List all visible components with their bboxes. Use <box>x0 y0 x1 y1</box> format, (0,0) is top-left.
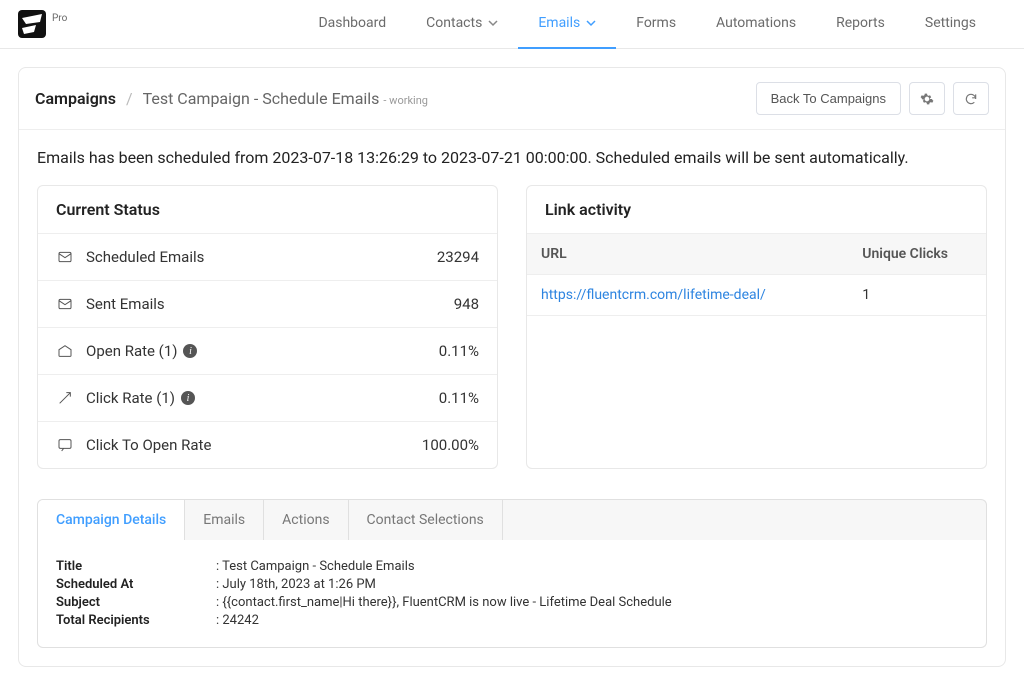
cursor-icon <box>56 389 74 407</box>
detail-total-recipients: Total Recipients : 24242 <box>56 613 968 628</box>
detail-value: : Test Campaign - Schedule Emails <box>216 559 415 574</box>
stat-click-rate: Click Rate (1) i 0.11% <box>38 374 497 421</box>
schedule-notice: Emails has been scheduled from 2023-07-1… <box>37 148 987 167</box>
info-icon[interactable]: i <box>181 391 195 405</box>
detail-value: : July 18th, 2023 at 1:26 PM <box>216 577 376 592</box>
chevron-down-icon <box>488 18 498 28</box>
nav-contacts-label: Contacts <box>426 15 482 31</box>
nav-settings-label: Settings <box>925 15 976 31</box>
page-header: Campaigns / Test Campaign - Schedule Ema… <box>19 68 1005 130</box>
detail-value: : 24242 <box>216 613 259 628</box>
envelope-icon <box>56 295 74 313</box>
detail-scheduled-at: Scheduled At : July 18th, 2023 at 1:26 P… <box>56 577 968 592</box>
breadcrumb: Campaigns / Test Campaign - Schedule Ema… <box>35 89 428 108</box>
top-bar: Pro Dashboard Contacts Emails Forms Auto… <box>0 0 1024 49</box>
detail-key: Title <box>56 559 216 574</box>
back-to-campaigns-button[interactable]: Back To Campaigns <box>756 82 901 115</box>
detail-key: Total Recipients <box>56 613 216 628</box>
stat-label: Click Rate (1) i <box>86 389 195 407</box>
breadcrumb-current: Test Campaign - Schedule Emails - workin… <box>143 89 428 108</box>
table-row: https://fluentcrm.com/lifetime-deal/ 1 <box>527 275 986 316</box>
link-url[interactable]: https://fluentcrm.com/lifetime-deal/ <box>541 287 766 303</box>
stat-sent-emails: Sent Emails 948 <box>38 280 497 327</box>
nav-dashboard[interactable]: Dashboard <box>298 0 406 49</box>
detail-title: Title : Test Campaign - Schedule Emails <box>56 559 968 574</box>
nav-forms-label: Forms <box>636 15 676 31</box>
open-icon <box>56 342 74 360</box>
stat-click-to-open: Click To Open Rate 100.00% <box>38 421 497 468</box>
refresh-button[interactable] <box>953 82 989 115</box>
stat-value: 0.11% <box>439 389 479 407</box>
stat-value: 0.11% <box>439 342 479 360</box>
nav-automations[interactable]: Automations <box>696 0 816 49</box>
stat-value: 23294 <box>437 248 479 266</box>
nav-settings[interactable]: Settings <box>905 0 996 49</box>
link-clicks: 1 <box>848 275 986 316</box>
tab-body: Title : Test Campaign - Schedule Emails … <box>37 540 987 648</box>
stat-label: Scheduled Emails <box>86 248 204 266</box>
chat-icon <box>56 436 74 454</box>
refresh-icon <box>964 92 978 106</box>
settings-button[interactable] <box>909 82 945 115</box>
details-tabs: Campaign Details Emails Actions Contact … <box>37 499 987 540</box>
breadcrumb-current-text: Test Campaign - Schedule Emails <box>143 89 380 108</box>
pro-badge: Pro <box>52 13 67 24</box>
breadcrumb-status: - working <box>383 94 428 107</box>
nav-contacts[interactable]: Contacts <box>406 0 518 49</box>
detail-key: Subject <box>56 595 216 610</box>
gear-icon <box>920 92 934 106</box>
stat-scheduled-emails: Scheduled Emails 23294 <box>38 233 497 280</box>
detail-subject: Subject : {{contact.first_name|Hi there}… <box>56 595 968 610</box>
link-activity-title: Link activity <box>527 186 986 233</box>
header-actions: Back To Campaigns <box>756 82 989 115</box>
stat-open-rate: Open Rate (1) i 0.11% <box>38 327 497 374</box>
stat-label-text: Click Rate (1) <box>86 389 175 407</box>
chevron-down-icon <box>586 18 596 28</box>
page: Campaigns / Test Campaign - Schedule Ema… <box>0 49 1024 685</box>
page-body: Emails has been scheduled from 2023-07-1… <box>19 130 1005 666</box>
stat-label: Sent Emails <box>86 295 165 313</box>
nav-reports[interactable]: Reports <box>816 0 905 49</box>
info-icon[interactable]: i <box>183 344 197 358</box>
current-status-card: Current Status Scheduled Emails 23294 Se… <box>37 185 498 469</box>
page-card: Campaigns / Test Campaign - Schedule Ema… <box>18 67 1006 667</box>
tab-actions[interactable]: Actions <box>264 500 348 540</box>
link-activity-card: Link activity URL Unique Clicks https://… <box>526 185 987 469</box>
stat-value: 948 <box>454 295 479 313</box>
nav-reports-label: Reports <box>836 15 885 31</box>
breadcrumb-root[interactable]: Campaigns <box>35 89 116 108</box>
envelope-icon <box>56 248 74 266</box>
nav-forms[interactable]: Forms <box>616 0 696 49</box>
nav-automations-label: Automations <box>716 15 796 31</box>
tab-contact-selections[interactable]: Contact Selections <box>349 500 503 540</box>
nav-emails[interactable]: Emails <box>518 0 616 49</box>
current-status-title: Current Status <box>38 186 497 233</box>
logo-wrap: Pro <box>18 10 67 38</box>
stat-label-text: Open Rate (1) <box>86 342 177 360</box>
stat-label: Click To Open Rate <box>86 436 211 454</box>
nav-dashboard-label: Dashboard <box>318 15 386 31</box>
detail-value: : {{contact.first_name|Hi there}}, Fluen… <box>216 595 672 610</box>
link-activity-table: URL Unique Clicks https://fluentcrm.com/… <box>527 233 986 316</box>
cards-row: Current Status Scheduled Emails 23294 Se… <box>37 185 987 469</box>
stat-label: Open Rate (1) i <box>86 342 197 360</box>
col-unique-clicks: Unique Clicks <box>848 234 986 275</box>
col-url: URL <box>527 234 848 275</box>
detail-key: Scheduled At <box>56 577 216 592</box>
stat-value: 100.00% <box>422 436 479 454</box>
app-logo[interactable] <box>18 10 46 38</box>
tab-campaign-details[interactable]: Campaign Details <box>38 500 185 540</box>
main-nav: Dashboard Contacts Emails Forms Automati… <box>298 0 996 49</box>
breadcrumb-separator: / <box>126 89 133 108</box>
tab-emails[interactable]: Emails <box>185 500 264 540</box>
nav-emails-label: Emails <box>538 15 580 31</box>
